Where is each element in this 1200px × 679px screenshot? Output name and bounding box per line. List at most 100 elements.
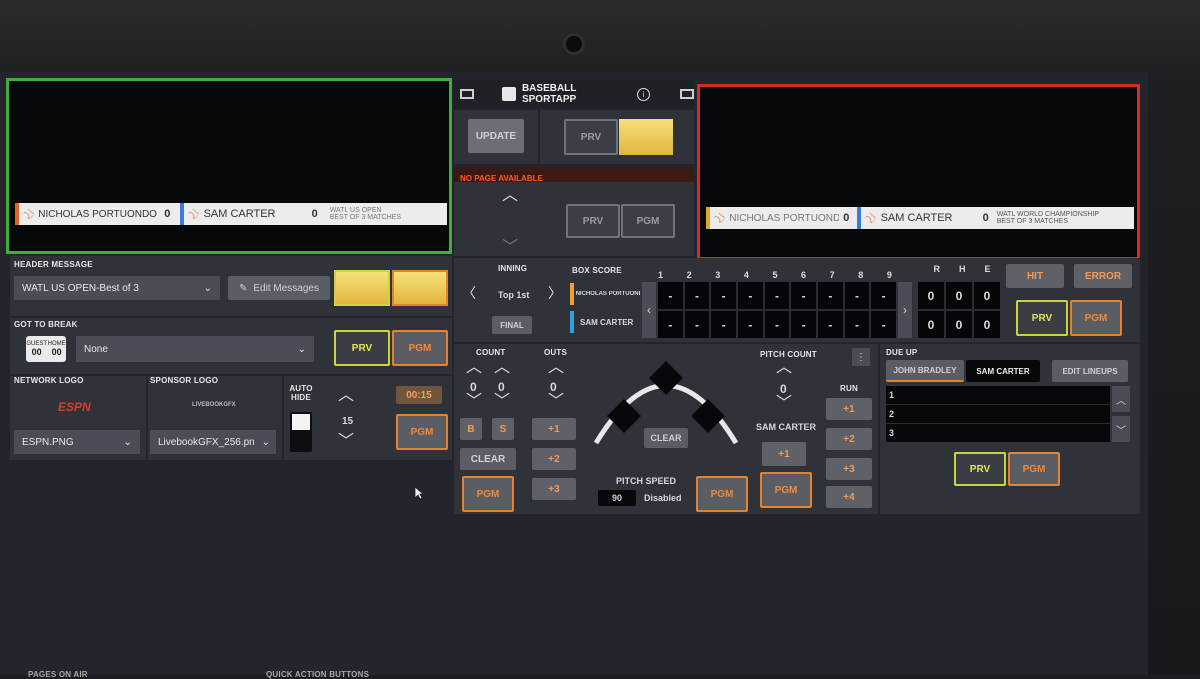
score-cell[interactable]: - (658, 311, 683, 338)
lineup-row[interactable]: 2 (886, 405, 1110, 424)
page-pgm-button[interactable]: PGM (621, 204, 675, 238)
lineup-row[interactable]: 3 (886, 424, 1110, 442)
pitch-count-pgm-button[interactable]: PGM (760, 472, 812, 508)
due-up-tab-1[interactable]: JOHN BRADLEY (886, 360, 964, 382)
score-cell[interactable]: - (871, 282, 896, 309)
scroll-right-button[interactable]: › (898, 282, 912, 338)
error-button[interactable]: ERROR (1074, 264, 1132, 288)
chevron-down-icon[interactable]: ﹀ (466, 394, 482, 410)
score-cell[interactable]: - (764, 282, 790, 309)
outs-plus2-button[interactable]: +2 (532, 448, 576, 470)
rhe-cell[interactable]: 0 (918, 311, 944, 338)
third-base[interactable] (607, 399, 641, 433)
hit-prv-button[interactable]: PRV (1016, 300, 1068, 336)
rhe-cell[interactable]: 0 (946, 311, 972, 338)
scroll-up-button[interactable]: ︿ (1112, 386, 1130, 412)
break-pgm-button[interactable]: PGM (392, 330, 448, 366)
scroll-left-button[interactable]: ‹ (642, 282, 656, 338)
pitch-speed-pgm-button[interactable]: PGM (696, 476, 748, 512)
score-cell[interactable]: - (844, 282, 870, 309)
chevron-left-icon[interactable]: 〈 (462, 286, 476, 300)
score-cell[interactable]: - (817, 282, 843, 309)
inning-number: 7 (829, 270, 835, 280)
player1-score: 0 (164, 208, 171, 220)
rhe-cell[interactable]: 0 (974, 282, 1000, 309)
count-pgm-button[interactable]: PGM (462, 476, 514, 512)
chevron-down-icon[interactable]: ﹀ (502, 240, 518, 256)
score-cell[interactable]: - (817, 311, 843, 338)
pitch-count-plus1-button[interactable]: +1 (762, 442, 806, 466)
frame-icon[interactable] (460, 89, 474, 99)
lineup-row[interactable]: 1 (886, 386, 1110, 405)
auto-hide-toggle[interactable] (290, 412, 312, 452)
frame-icon[interactable] (680, 89, 695, 99)
more-options-icon[interactable]: ⋮ (852, 348, 870, 366)
chevron-down-icon[interactable]: ﹀ (338, 434, 354, 450)
chevron-up-icon[interactable]: ︿ (494, 360, 510, 376)
due-up-tab-2[interactable]: SAM CARTER (966, 360, 1040, 382)
update-button[interactable]: UPDATE (468, 119, 524, 153)
pitch-speed-value[interactable]: 90 (598, 490, 636, 506)
score-cell[interactable]: - (658, 282, 683, 309)
score-cell[interactable]: - (737, 282, 763, 309)
first-base[interactable] (691, 399, 725, 433)
player2-score: 0 (311, 208, 318, 220)
chevron-down-icon: ⌄ (297, 343, 306, 355)
outs-plus3-button[interactable]: +3 (532, 478, 576, 500)
scroll-down-button[interactable]: ﹀ (1112, 416, 1130, 442)
diamond-clear-button[interactable]: CLEAR (644, 428, 688, 448)
due-up-pgm-button[interactable]: PGM (1008, 452, 1060, 486)
chevron-up-icon[interactable]: ︿ (548, 360, 564, 376)
rhe-cell[interactable]: 0 (918, 282, 944, 309)
score-cell[interactable]: - (684, 311, 710, 338)
break-select[interactable]: None ⌄ (76, 336, 314, 362)
run-plus3-button[interactable]: +3 (826, 458, 872, 480)
score-cell[interactable]: - (737, 311, 763, 338)
chevron-right-icon[interactable]: 〉 (548, 286, 562, 300)
edit-lineups-button[interactable]: EDIT LINEUPS (1052, 360, 1128, 382)
header-take-button[interactable] (334, 270, 390, 306)
final-button[interactable]: FINAL (492, 316, 532, 334)
outs-plus1-button[interactable]: +1 (532, 418, 576, 440)
info-icon[interactable]: i (637, 87, 651, 101)
count-clear-button[interactable]: CLEAR (460, 448, 516, 470)
second-base[interactable] (649, 361, 683, 395)
score-cell[interactable]: - (684, 282, 710, 309)
rhe-cell[interactable]: 0 (946, 282, 972, 309)
header-take-button[interactable] (392, 270, 448, 306)
score-cell[interactable]: - (791, 311, 816, 338)
network-logo-select[interactable]: ESPN.PNG ⌄ (14, 430, 140, 454)
chevron-up-icon[interactable]: ︿ (502, 188, 518, 204)
due-up-prv-button[interactable]: PRV (954, 452, 1006, 486)
chevron-down-icon[interactable]: ﹀ (494, 394, 510, 410)
score-cell[interactable]: - (711, 311, 736, 338)
run-plus2-button[interactable]: +2 (826, 428, 872, 450)
run-plus1-button[interactable]: +1 (826, 398, 872, 420)
score-cell[interactable]: - (711, 282, 736, 309)
score-cell[interactable]: - (871, 311, 896, 338)
edit-messages-button[interactable]: ✎ Edit Messages (228, 276, 330, 300)
break-prv-button[interactable]: PRV (334, 330, 390, 366)
chevron-up-icon[interactable]: ︿ (338, 388, 354, 404)
hit-pgm-button[interactable]: PGM (1070, 300, 1122, 336)
score-cell[interactable]: - (791, 282, 816, 309)
chevron-down-icon[interactable]: ﹀ (776, 396, 792, 412)
sponsor-logo-select[interactable]: LivebookGFX_256.png ⌄ (150, 430, 276, 454)
yellow-take-button[interactable] (619, 119, 673, 155)
lineup-row-number: 3 (889, 428, 895, 438)
page-prv-button[interactable]: PRV (566, 204, 620, 238)
rhe-cell[interactable]: 0 (974, 311, 1000, 338)
score-cell[interactable]: - (764, 311, 790, 338)
run-plus4-button[interactable]: +4 (826, 486, 872, 508)
logo-pgm-button[interactable]: PGM (396, 414, 448, 450)
chevron-up-icon[interactable]: ︿ (776, 360, 792, 376)
score-cell[interactable]: - (844, 311, 870, 338)
header-message-select[interactable]: WATL US OPEN-Best of 3 ⌄ (14, 276, 220, 300)
chevron-down-icon[interactable]: ﹀ (548, 394, 564, 410)
prv-button[interactable]: PRV (564, 119, 618, 155)
network-logo-file: ESPN.PNG (22, 436, 74, 448)
ball-button[interactable]: B (460, 418, 482, 440)
chevron-up-icon[interactable]: ︿ (466, 360, 482, 376)
hit-button[interactable]: HIT (1006, 264, 1064, 288)
strike-button[interactable]: S (492, 418, 514, 440)
